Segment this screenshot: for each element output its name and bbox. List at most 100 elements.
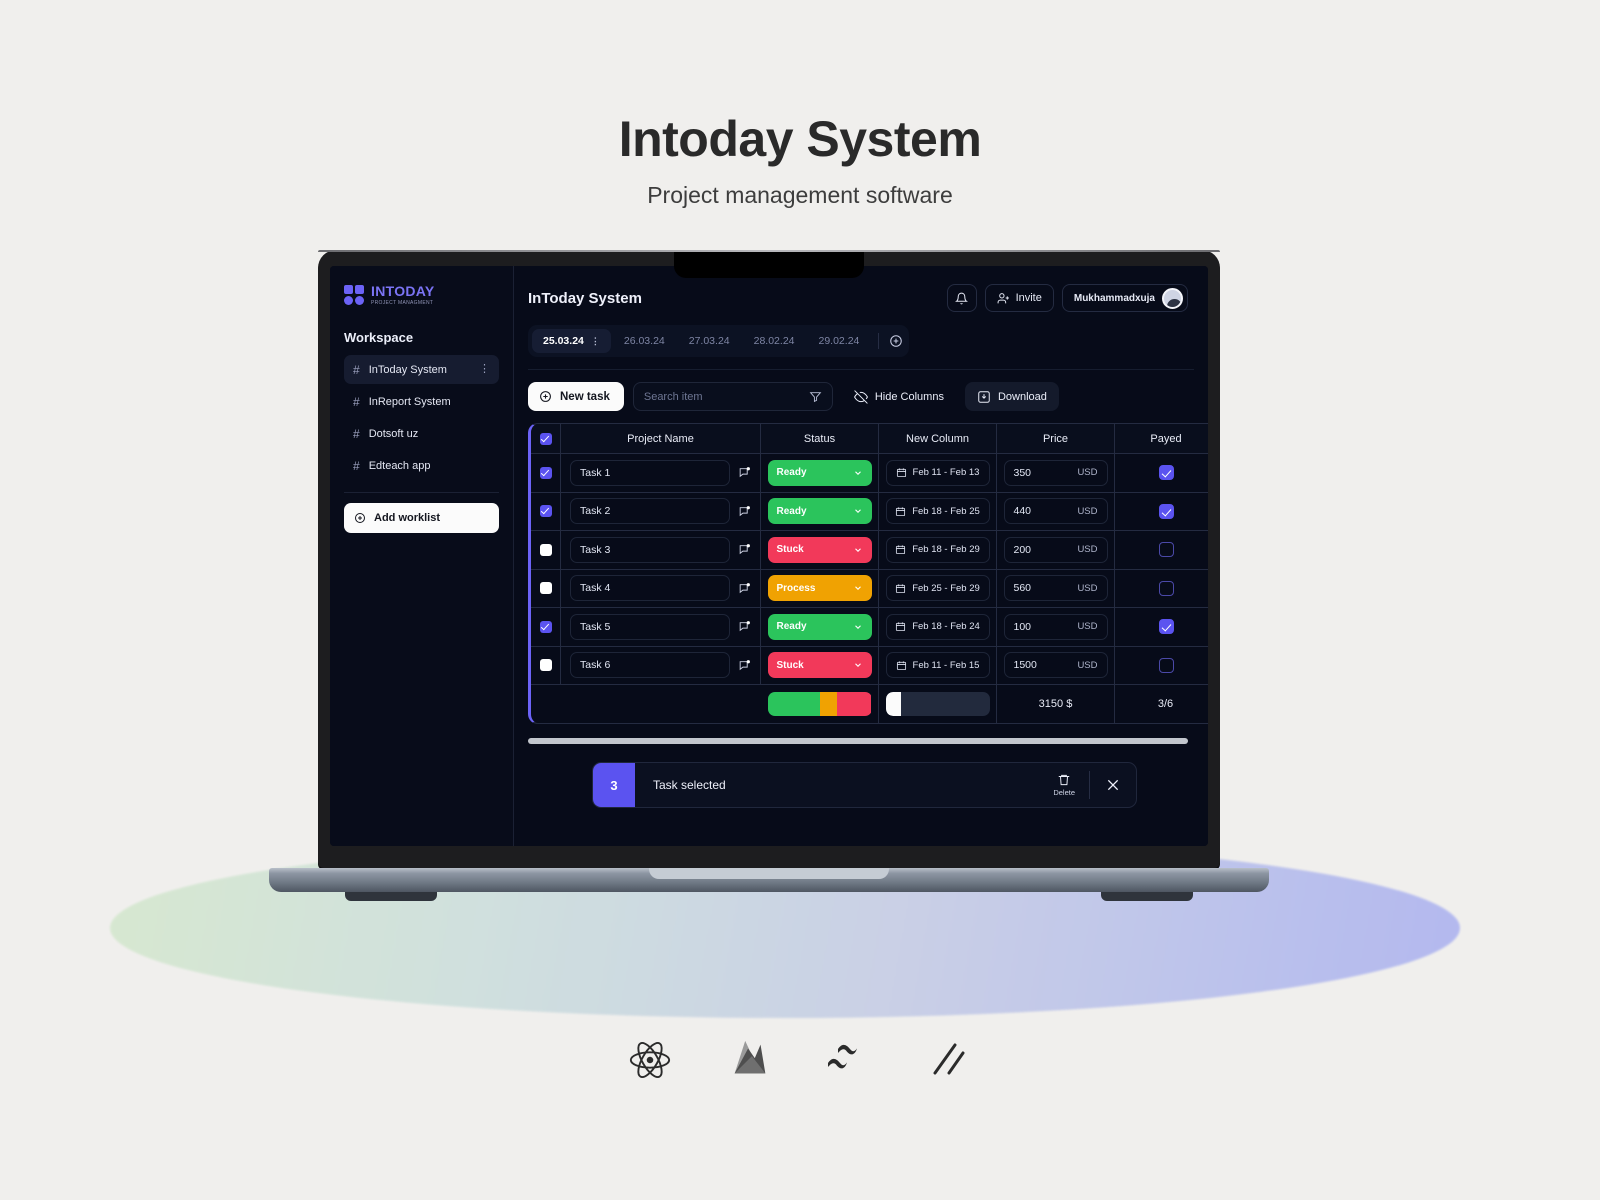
comment-icon[interactable] bbox=[738, 466, 751, 479]
date-range-field[interactable]: Feb 11 - Feb 15 bbox=[885, 652, 990, 679]
date-tab-28-02-24[interactable]: 28.02.24 bbox=[743, 329, 806, 353]
new-task-button[interactable]: New task bbox=[528, 382, 624, 411]
status-cell[interactable]: Process bbox=[761, 569, 879, 607]
select-all-checkbox[interactable] bbox=[539, 432, 552, 445]
price-cell[interactable]: 1500 USD bbox=[997, 646, 1115, 684]
add-worklist-button[interactable]: Add worklist bbox=[344, 503, 499, 533]
date-range-field[interactable]: Feb 25 - Feb 29 bbox=[885, 575, 990, 602]
payed-cell[interactable] bbox=[1115, 531, 1208, 569]
status-dropdown[interactable]: Process bbox=[767, 575, 872, 602]
status-dropdown[interactable]: Ready bbox=[767, 459, 872, 486]
payed-checkbox[interactable] bbox=[1158, 619, 1174, 635]
project-name-cell[interactable]: Task 1 bbox=[561, 454, 761, 492]
payed-checkbox[interactable] bbox=[1158, 657, 1174, 673]
payed-checkbox[interactable] bbox=[1158, 580, 1174, 596]
user-menu[interactable]: Mukhammadxuja bbox=[1061, 284, 1188, 312]
project-name-value[interactable]: Task 1 bbox=[570, 459, 730, 486]
project-name-value[interactable]: Task 5 bbox=[570, 613, 730, 640]
select-all-cell[interactable] bbox=[531, 424, 561, 453]
row-checkbox[interactable] bbox=[539, 466, 552, 479]
status-cell[interactable]: Ready bbox=[761, 492, 879, 530]
row-checkbox[interactable] bbox=[539, 505, 552, 518]
row-checkbox[interactable] bbox=[539, 620, 552, 633]
payed-checkbox[interactable] bbox=[1158, 542, 1174, 558]
delete-selected-button[interactable]: Delete bbox=[1053, 773, 1089, 797]
row-select-cell[interactable] bbox=[531, 531, 561, 569]
price-field[interactable]: 440 USD bbox=[1003, 498, 1108, 525]
hide-columns-button[interactable]: Hide Columns bbox=[842, 382, 956, 411]
filter-icon[interactable] bbox=[809, 390, 822, 403]
payed-cell[interactable] bbox=[1115, 570, 1208, 608]
notifications-button[interactable] bbox=[946, 284, 977, 312]
price-cell[interactable]: 350 USD bbox=[997, 454, 1115, 492]
payed-cell[interactable] bbox=[1115, 454, 1208, 492]
row-select-cell[interactable] bbox=[531, 492, 561, 530]
horizontal-scrollbar[interactable] bbox=[528, 738, 1188, 744]
status-cell[interactable]: Ready bbox=[761, 608, 879, 646]
add-date-tab-button[interactable] bbox=[887, 332, 905, 350]
date-range-field[interactable]: Feb 11 - Feb 13 bbox=[885, 459, 990, 486]
payed-checkbox[interactable] bbox=[1158, 465, 1174, 481]
project-name-value[interactable]: Task 4 bbox=[570, 575, 730, 602]
invite-button[interactable]: Invite bbox=[984, 284, 1054, 312]
date-cell[interactable]: Feb 25 - Feb 29 bbox=[879, 569, 997, 607]
date-tab-29-02-24[interactable]: 29.02.24 bbox=[808, 329, 871, 353]
search-box[interactable] bbox=[632, 382, 833, 411]
sidebar-item-dotsoft-uz[interactable]: # Dotsoft uz bbox=[344, 419, 499, 448]
project-name-cell[interactable]: Task 5 bbox=[561, 608, 761, 646]
project-name-cell[interactable]: Task 3 bbox=[561, 531, 761, 569]
date-range-field[interactable]: Feb 18 - Feb 25 bbox=[885, 498, 990, 525]
price-cell[interactable]: 200 USD bbox=[997, 531, 1115, 569]
comment-icon[interactable] bbox=[738, 620, 751, 633]
project-name-value[interactable]: Task 3 bbox=[570, 536, 730, 563]
project-name-cell[interactable]: Task 2 bbox=[561, 492, 761, 530]
price-field[interactable]: 1500 USD bbox=[1003, 652, 1108, 679]
close-toast-button[interactable] bbox=[1090, 777, 1136, 793]
date-tab-26-03-24[interactable]: 26.03.24 bbox=[613, 329, 676, 353]
sidebar-item-intoday-system[interactable]: # InToday System ⋮ bbox=[344, 355, 499, 384]
date-range-field[interactable]: Feb 18 - Feb 29 bbox=[885, 536, 990, 563]
payed-cell[interactable] bbox=[1115, 493, 1208, 531]
row-select-cell[interactable] bbox=[531, 608, 561, 646]
project-name-cell[interactable]: Task 6 bbox=[561, 646, 761, 684]
sidebar-item-inreport-system[interactable]: # InReport System bbox=[344, 387, 499, 416]
price-field[interactable]: 350 USD bbox=[1003, 459, 1108, 486]
row-select-cell[interactable] bbox=[531, 646, 561, 684]
row-checkbox[interactable] bbox=[539, 659, 552, 672]
date-tab-25-03-24[interactable]: 25.03.24 ⋮ bbox=[532, 329, 611, 353]
project-name-cell[interactable]: Task 4 bbox=[561, 569, 761, 607]
project-name-value[interactable]: Task 6 bbox=[570, 652, 730, 679]
price-field[interactable]: 100 USD bbox=[1003, 613, 1108, 640]
status-dropdown[interactable]: Stuck bbox=[767, 652, 872, 679]
status-dropdown[interactable]: Stuck bbox=[767, 536, 872, 563]
status-cell[interactable]: Stuck bbox=[761, 531, 879, 569]
row-select-cell[interactable] bbox=[531, 454, 561, 492]
date-tab-27-03-24[interactable]: 27.03.24 bbox=[678, 329, 741, 353]
price-cell[interactable]: 100 USD bbox=[997, 608, 1115, 646]
comment-icon[interactable] bbox=[738, 659, 751, 672]
status-cell[interactable]: Ready bbox=[761, 454, 879, 492]
payed-cell[interactable] bbox=[1115, 647, 1208, 685]
row-checkbox[interactable] bbox=[539, 582, 552, 595]
date-cell[interactable]: Feb 18 - Feb 24 bbox=[879, 608, 997, 646]
price-cell[interactable]: 560 USD bbox=[997, 569, 1115, 607]
date-cell[interactable]: Feb 11 - Feb 13 bbox=[879, 454, 997, 492]
row-checkbox[interactable] bbox=[539, 543, 552, 556]
kebab-menu-icon[interactable]: ⋮ bbox=[479, 364, 490, 375]
download-button[interactable]: Download bbox=[964, 382, 1059, 411]
project-name-value[interactable]: Task 2 bbox=[570, 498, 730, 525]
date-cell[interactable]: Feb 11 - Feb 15 bbox=[879, 646, 997, 684]
payed-checkbox[interactable] bbox=[1158, 503, 1174, 519]
kebab-menu-icon[interactable]: ⋮ bbox=[591, 337, 600, 346]
comment-icon[interactable] bbox=[738, 543, 751, 556]
payed-cell[interactable] bbox=[1115, 608, 1208, 646]
search-input[interactable] bbox=[643, 390, 803, 403]
status-dropdown[interactable]: Ready bbox=[767, 613, 872, 640]
status-cell[interactable]: Stuck bbox=[761, 646, 879, 684]
row-select-cell[interactable] bbox=[531, 569, 561, 607]
comment-icon[interactable] bbox=[738, 505, 751, 518]
comment-icon[interactable] bbox=[738, 582, 751, 595]
date-cell[interactable]: Feb 18 - Feb 25 bbox=[879, 492, 997, 530]
sidebar-item-edteach-app[interactable]: # Edteach app bbox=[344, 451, 499, 480]
status-dropdown[interactable]: Ready bbox=[767, 498, 872, 525]
